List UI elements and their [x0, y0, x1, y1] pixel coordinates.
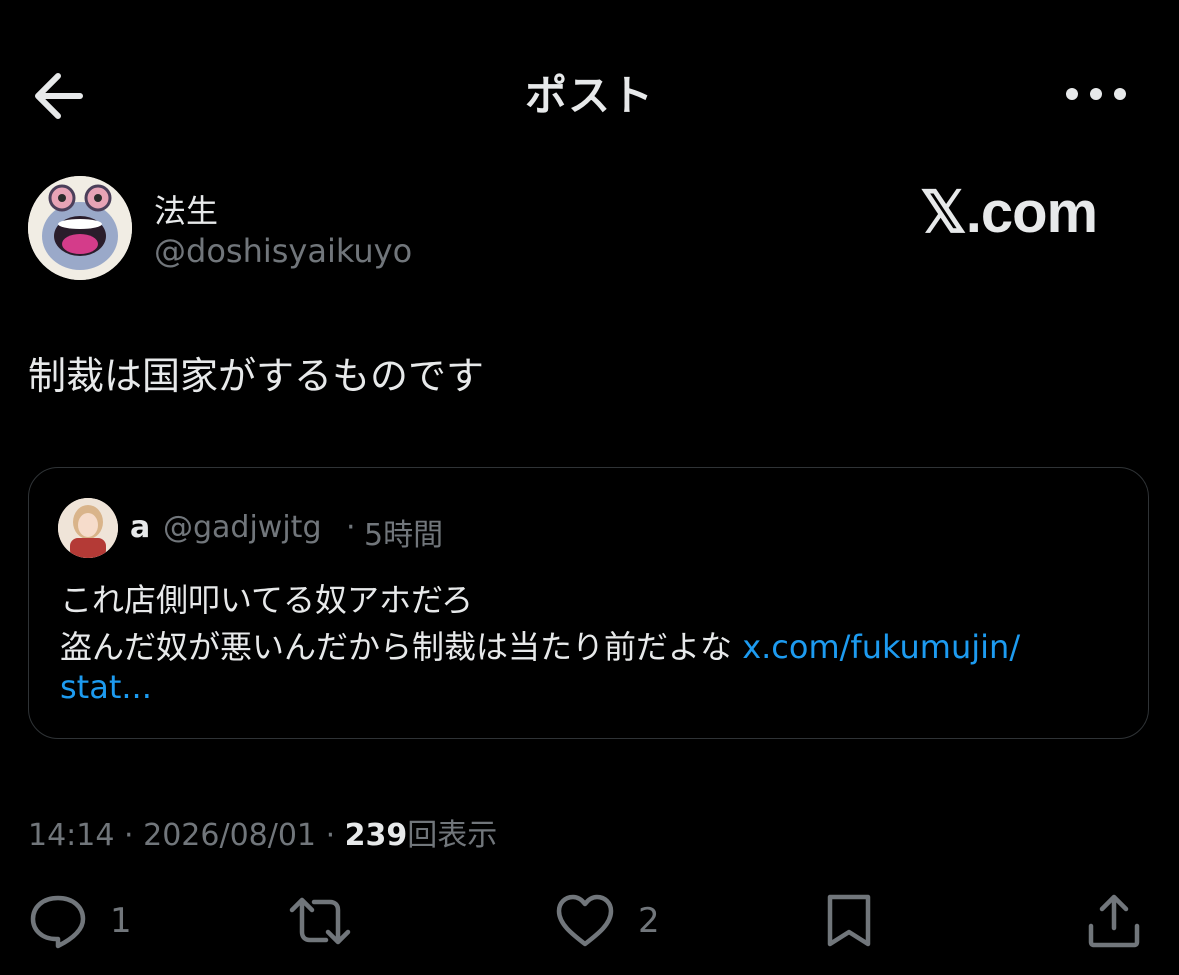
quote-author-name: a	[130, 510, 151, 545]
quote-text-line: 盗んだ奴が悪いんだから制裁は当たり前だよな x.com/fukumujin/	[60, 622, 1020, 668]
post-meta: 14:14 · 2026/08/01 · 239回表示	[28, 810, 497, 854]
view-label: 回表示	[407, 818, 498, 853]
reply-icon	[30, 895, 86, 949]
meta-separator: ·	[325, 818, 336, 853]
author-handle[interactable]: @doshisyaikuyo	[154, 232, 412, 270]
quote-avatar	[58, 498, 118, 558]
repost-button[interactable]	[286, 892, 354, 950]
share-button[interactable]	[1086, 892, 1142, 950]
quote-author-handle: @gadjwjtg	[163, 510, 322, 545]
quote-link-continued[interactable]: stat...	[60, 668, 152, 706]
page-title: ポスト	[524, 71, 654, 120]
reply-button[interactable]: 1	[28, 892, 132, 950]
bookmark-button[interactable]	[824, 892, 874, 950]
reply-count: 1	[110, 901, 132, 941]
repost-icon	[289, 897, 351, 945]
x-logo: 𝕏.com	[920, 180, 1098, 245]
share-icon	[1088, 894, 1140, 948]
quote-timestamp: 5時間	[364, 518, 444, 553]
view-count[interactable]: 239	[345, 818, 408, 853]
author-name[interactable]: 法生	[154, 186, 218, 232]
quote-text: 盗んだ奴が悪いんだから制裁は当たり前だよな	[60, 628, 733, 666]
post-time: 14:14	[28, 818, 115, 853]
more-icon	[1066, 88, 1126, 100]
quote-avatar-image	[58, 498, 118, 558]
more-button[interactable]	[1060, 78, 1132, 110]
quote-link[interactable]: x.com/fukumujin/	[742, 628, 1020, 666]
like-count: 2	[638, 901, 660, 941]
quote-separator: ·	[346, 510, 356, 545]
quote-text-line: これ店側叩いてる奴アホだろ	[60, 581, 474, 619]
avatar[interactable]	[28, 176, 132, 280]
like-button[interactable]: 2	[554, 892, 660, 950]
post-text: 制裁は国家がするものです	[28, 354, 485, 398]
avatar-image	[28, 176, 132, 280]
meta-separator: ·	[124, 818, 134, 853]
like-icon	[556, 894, 614, 947]
post-date: 2026/08/01	[143, 818, 317, 853]
bookmark-icon	[827, 894, 871, 947]
